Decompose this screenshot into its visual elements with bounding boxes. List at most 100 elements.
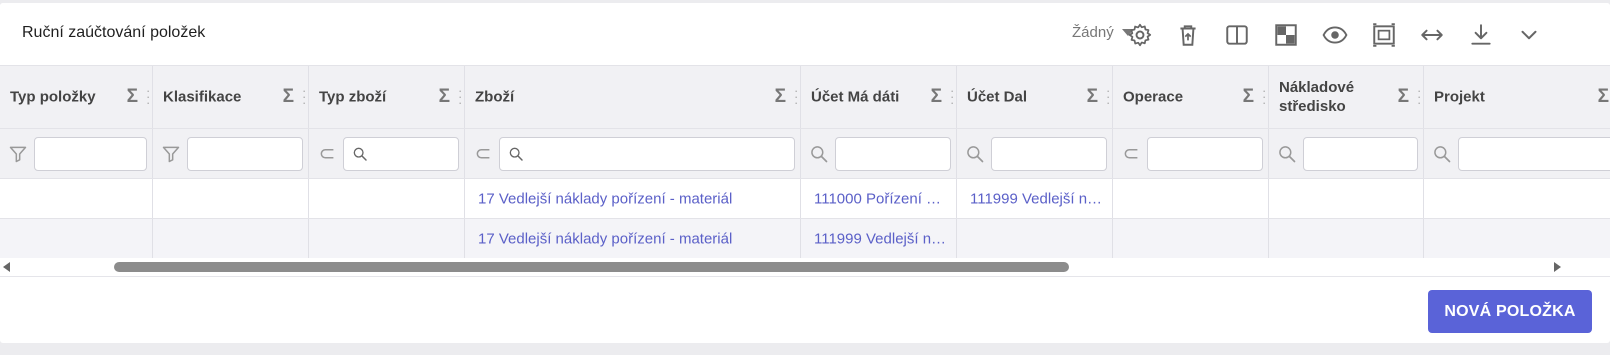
table-cell bbox=[1424, 179, 1610, 218]
scroll-right-icon[interactable] bbox=[1554, 262, 1561, 272]
preset-value: Žádný bbox=[1072, 24, 1114, 41]
search-icon bbox=[1434, 145, 1451, 162]
column-menu-icon[interactable]: · · · bbox=[458, 84, 462, 109]
cell-link[interactable]: 17 Vedlejší náklady pořízení - materiál bbox=[478, 230, 732, 247]
filter-mode-button[interactable] bbox=[161, 144, 181, 164]
table-cell bbox=[1113, 219, 1269, 258]
column-header[interactable]: Zboží Σ · · · bbox=[465, 66, 801, 128]
table-cell: 17 Vedlejší náklady pořízení - materiál bbox=[465, 219, 801, 258]
sum-icon[interactable]: Σ bbox=[1087, 86, 1098, 108]
filter-cell bbox=[153, 129, 309, 178]
column-header[interactable]: Typ zboží Σ · · · bbox=[309, 66, 465, 128]
width-button[interactable] bbox=[1417, 20, 1447, 50]
filter-row: ⊂ ⊂ ⊂ bbox=[0, 129, 1610, 179]
column-menu-icon[interactable]: · · · bbox=[146, 84, 150, 109]
sum-icon[interactable]: Σ bbox=[1243, 86, 1254, 108]
cell-link[interactable]: 111999 Vedlejší náklady bbox=[970, 190, 1104, 207]
column-header[interactable]: Klasifikace Σ · · · bbox=[153, 66, 309, 128]
scroll-left-icon[interactable] bbox=[3, 262, 10, 272]
table-cell bbox=[957, 219, 1113, 258]
filter-cell: ⊂ bbox=[465, 129, 801, 178]
filter-mode-button[interactable] bbox=[809, 144, 829, 164]
search-icon bbox=[811, 145, 828, 162]
column-menu-icon[interactable]: · · · bbox=[302, 84, 306, 109]
filter-input[interactable] bbox=[991, 137, 1107, 171]
column-header-label: Nákladové středisko bbox=[1279, 79, 1355, 115]
filter-input[interactable] bbox=[187, 137, 303, 171]
filter-input[interactable] bbox=[499, 137, 795, 171]
table-row[interactable]: 17 Vedlejší náklady pořízení - materiál 1… bbox=[0, 219, 1610, 258]
download-button[interactable] bbox=[1466, 20, 1496, 50]
filter-cell bbox=[1269, 129, 1424, 178]
filter-cell bbox=[801, 129, 957, 178]
chevron-down-icon bbox=[1521, 30, 1537, 40]
chevron-down-button[interactable] bbox=[1514, 20, 1544, 50]
cell-link[interactable]: 17 Vedlejší náklady pořízení - materiál bbox=[478, 190, 732, 207]
scroll-track[interactable] bbox=[14, 262, 1550, 272]
column-header[interactable]: Nákladové středisko Σ · · · bbox=[1269, 66, 1424, 128]
cell-link[interactable]: 111000 Pořízení materiálu bbox=[814, 190, 948, 207]
column-header-label: Účet Má dáti bbox=[811, 88, 900, 106]
column-header[interactable]: Účet Dal Σ · · · bbox=[957, 66, 1113, 128]
column-menu-icon[interactable]: · · · bbox=[1262, 84, 1266, 109]
data-grid: Typ položky Σ · · · Klasifikace Σ · · · Typ zboží Σ… bbox=[0, 65, 1610, 258]
column-menu-icon[interactable]: · · · bbox=[794, 84, 798, 109]
column-header-label: Klasifikace bbox=[163, 88, 242, 106]
panel-title: Ruční zaúčtování položek bbox=[22, 24, 206, 41]
sum-icon[interactable]: Σ bbox=[775, 86, 786, 108]
layout-button[interactable] bbox=[1271, 20, 1301, 50]
filter-input[interactable] bbox=[835, 137, 951, 171]
table-cell bbox=[0, 179, 153, 218]
column-menu-icon[interactable]: · · · bbox=[950, 84, 954, 109]
sum-icon[interactable]: Σ bbox=[1598, 86, 1609, 108]
column-header-label: Účet Dal bbox=[967, 88, 1028, 106]
column-header[interactable]: Operace Σ · · · bbox=[1113, 66, 1269, 128]
filter-mode-button[interactable] bbox=[1277, 144, 1297, 164]
filter-input[interactable] bbox=[1458, 137, 1610, 171]
eye-button[interactable] bbox=[1320, 20, 1350, 50]
search-icon bbox=[353, 147, 367, 161]
column-header[interactable]: Účet Má dáti Σ · · · bbox=[801, 66, 957, 128]
column-menu-icon[interactable]: · · · bbox=[1417, 84, 1421, 109]
column-header[interactable]: ProjektΣ··· bbox=[1424, 66, 1610, 128]
frame-icon bbox=[1373, 23, 1395, 47]
filter-mode-button[interactable]: ⊂ bbox=[1121, 143, 1141, 165]
horizontal-scrollbar[interactable] bbox=[0, 258, 1610, 276]
grid-panel: Ruční zaúčtování položek Žádný Typ polož… bbox=[0, 3, 1610, 343]
filter-input[interactable] bbox=[343, 137, 459, 171]
table-cell bbox=[309, 219, 465, 258]
filter-input[interactable] bbox=[1303, 137, 1418, 171]
column-menu-icon[interactable]: · · · bbox=[1106, 84, 1110, 109]
new-item-button[interactable]: NOVÁ POLOŽKA bbox=[1428, 290, 1592, 333]
sum-icon[interactable]: Σ bbox=[283, 86, 294, 108]
sum-icon[interactable]: Σ bbox=[931, 86, 942, 108]
sum-icon[interactable]: Σ bbox=[1398, 86, 1409, 108]
frame-button[interactable] bbox=[1369, 20, 1399, 50]
filter-cell bbox=[0, 129, 153, 178]
filter-mode-button[interactable] bbox=[8, 144, 28, 164]
filter-mode-button[interactable] bbox=[965, 144, 985, 164]
delete-icon bbox=[1180, 25, 1196, 46]
filter-mode-button[interactable]: ⊂ bbox=[473, 143, 493, 165]
cell-link[interactable]: 111999 Vedlejší náklady bbox=[814, 230, 948, 247]
layout-icon bbox=[1275, 24, 1297, 46]
table-cell bbox=[153, 219, 309, 258]
table-row[interactable]: 17 Vedlejší náklady pořízení - materiál 1… bbox=[0, 179, 1610, 219]
footer-divider bbox=[0, 276, 1610, 277]
filter-mode-button[interactable]: ⊂ bbox=[317, 143, 337, 165]
delete-button[interactable] bbox=[1173, 20, 1203, 50]
filter-input[interactable] bbox=[1147, 137, 1263, 171]
column-header[interactable]: Typ položky Σ · · · bbox=[0, 66, 153, 128]
subset-icon: ⊂ bbox=[318, 143, 336, 165]
gear-button[interactable] bbox=[1125, 20, 1155, 50]
filter-input[interactable] bbox=[34, 137, 147, 171]
sum-icon[interactable]: Σ bbox=[127, 86, 138, 108]
sum-icon[interactable]: Σ bbox=[439, 86, 450, 108]
columns-button[interactable] bbox=[1222, 20, 1252, 50]
filter-mode-button[interactable] bbox=[1432, 144, 1452, 164]
search-icon bbox=[1279, 145, 1296, 162]
filter-cell bbox=[957, 129, 1113, 178]
column-header-label: Typ zboží bbox=[319, 88, 387, 106]
scroll-thumb[interactable] bbox=[114, 262, 1070, 272]
table-cell bbox=[309, 179, 465, 218]
